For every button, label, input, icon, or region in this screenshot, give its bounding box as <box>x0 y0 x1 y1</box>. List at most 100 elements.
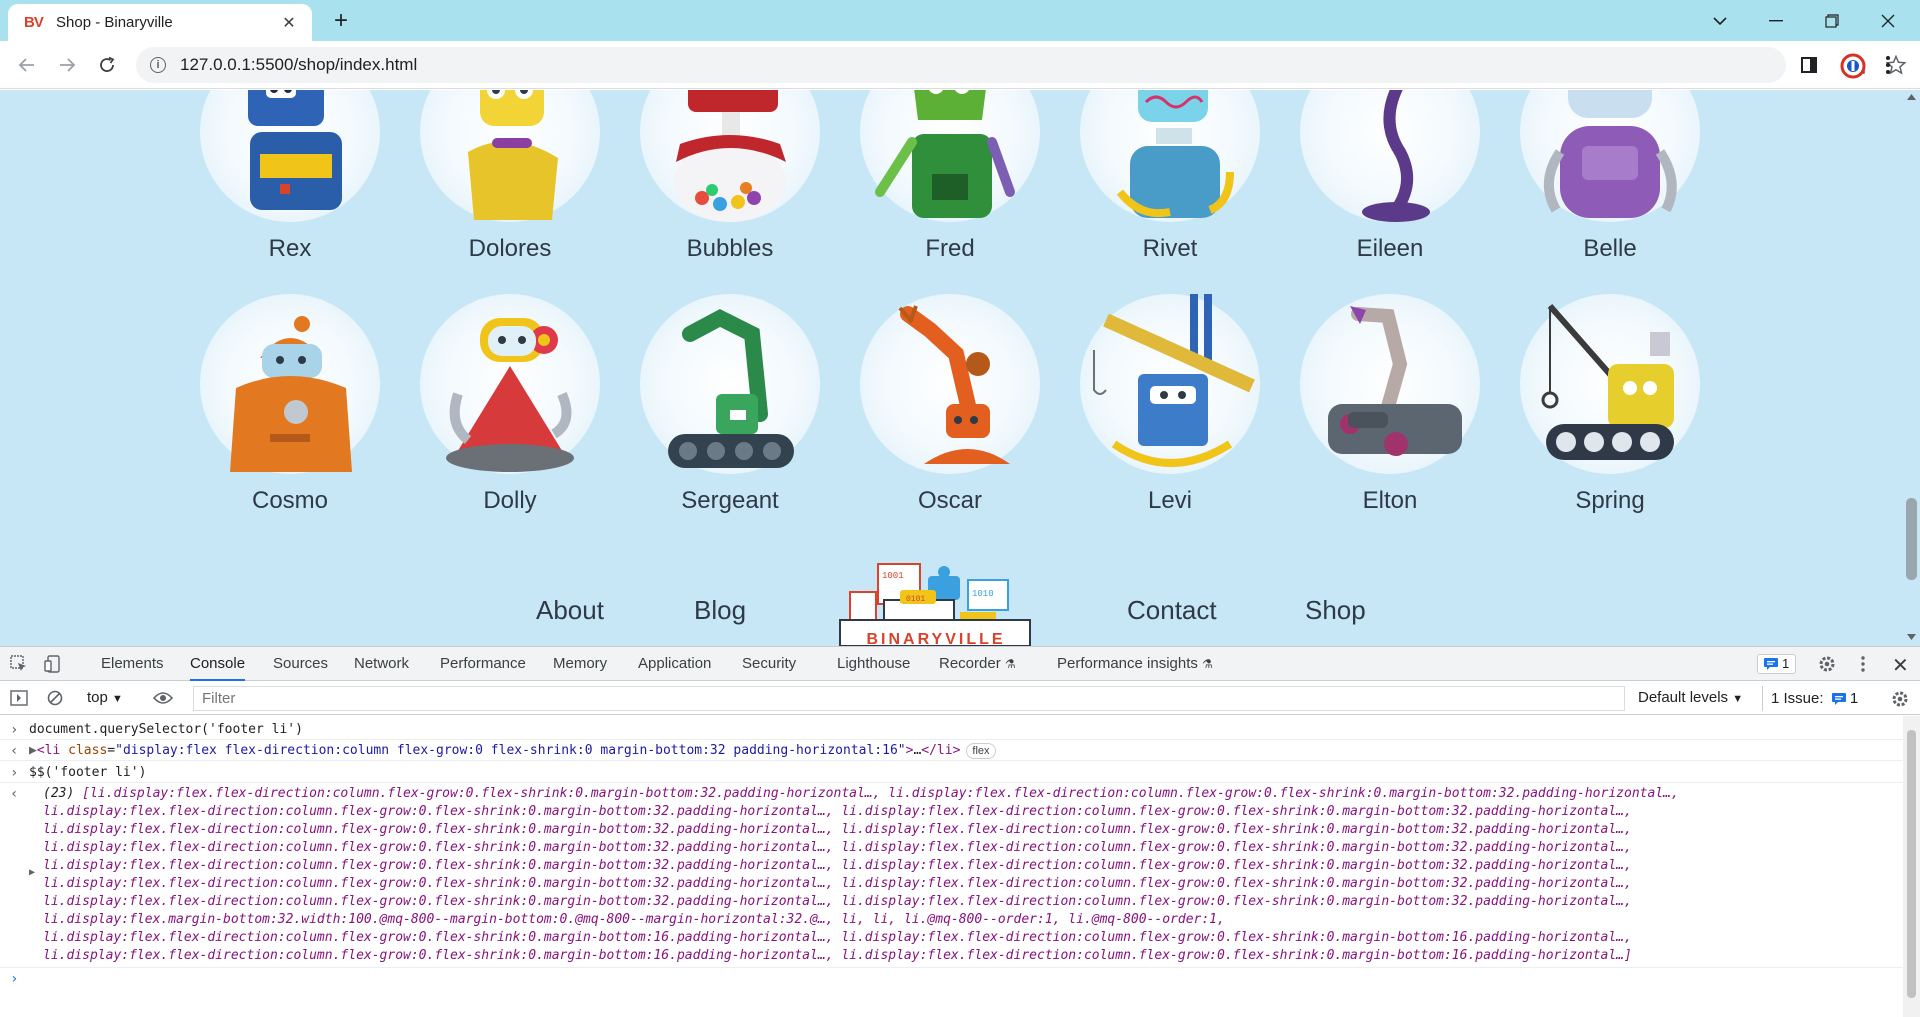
robot-name[interactable]: Sergeant <box>640 486 820 516</box>
footer-link-contact[interactable]: Contact <box>1127 595 1217 626</box>
tab-performance[interactable]: Performance <box>440 647 526 681</box>
robot-image[interactable] <box>200 90 380 222</box>
devtools-settings-gear-icon[interactable] <box>1818 655 1836 678</box>
tab-console[interactable]: Console <box>190 647 246 681</box>
robot-card-belle[interactable]: Belle <box>1520 90 1700 264</box>
devtools-more-options-icon[interactable] <box>1860 655 1866 678</box>
robot-card-rex[interactable]: Rex <box>200 90 380 264</box>
console-sidebar-toggle-icon[interactable] <box>10 690 28 711</box>
tab-elements[interactable]: Elements <box>101 647 164 681</box>
robot-card-sergeant[interactable]: Sergeant <box>640 294 820 516</box>
console-filter-input[interactable] <box>193 686 1625 711</box>
site-info-icon[interactable]: i <box>150 57 166 73</box>
robot-name[interactable]: Rex <box>200 234 380 264</box>
robot-name[interactable]: Spring <box>1520 486 1700 516</box>
tab-performance-insights[interactable]: Performance insights ⚗ <box>1057 647 1213 681</box>
robot-image[interactable] <box>860 294 1040 474</box>
devtools-close-icon[interactable]: ✕ <box>1892 653 1909 678</box>
console-command[interactable]: document.querySelector('footer li') <box>29 722 303 737</box>
robot-name[interactable]: Dolly <box>420 486 600 516</box>
robot-image[interactable] <box>1080 90 1260 222</box>
tab-lighthouse[interactable]: Lighthouse <box>837 647 910 681</box>
log-levels-select[interactable]: Default levels ▼ <box>1638 689 1743 706</box>
robot-card-eileen[interactable]: Eileen <box>1300 90 1480 264</box>
forward-arrow-icon[interactable] <box>53 51 81 79</box>
robot-name[interactable]: Fred <box>860 234 1040 264</box>
output-chevron-icon: ‹ <box>10 786 19 802</box>
robot-image[interactable] <box>640 294 820 474</box>
robot-name[interactable]: Belle <box>1520 234 1700 264</box>
robot-image[interactable] <box>200 294 380 474</box>
robot-image[interactable] <box>1520 90 1700 222</box>
robot-card-dolores[interactable]: Dolores <box>420 90 600 264</box>
robot-name[interactable]: Elton <box>1300 486 1480 516</box>
console-settings-gear-icon[interactable] <box>1891 690 1909 713</box>
robot-card-elton[interactable]: Elton <box>1300 294 1480 516</box>
robot-name[interactable]: Levi <box>1080 486 1260 516</box>
robot-card-levi[interactable]: Levi <box>1080 294 1260 516</box>
robot-card-fred[interactable]: Fred <box>860 90 1040 264</box>
binaryville-logo[interactable]: 1001 1010 0101 BINARYVILLE <box>830 560 1042 646</box>
tab-sources[interactable]: Sources <box>273 647 328 681</box>
back-arrow-icon[interactable] <box>13 51 41 79</box>
robot-name[interactable]: Eileen <box>1300 234 1480 264</box>
tab-network[interactable]: Network <box>354 647 409 681</box>
device-toolbar-icon[interactable] <box>44 655 62 678</box>
execution-context-select[interactable]: top ▼ <box>87 689 123 706</box>
flex-badge[interactable]: flex <box>966 743 996 759</box>
tab-close-icon[interactable]: ✕ <box>280 13 298 33</box>
inspect-element-icon[interactable] <box>10 655 28 678</box>
robot-image[interactable] <box>1520 294 1700 474</box>
robot-name[interactable]: Rivet <box>1080 234 1260 264</box>
robot-image[interactable] <box>420 90 600 222</box>
console-scrollbar-thumb[interactable] <box>1907 730 1916 998</box>
robot-name[interactable]: Dolores <box>420 234 600 264</box>
footer-link-shop[interactable]: Shop <box>1305 595 1366 626</box>
robot-name[interactable]: Bubbles <box>640 234 820 264</box>
page-scrollbar-thumb[interactable] <box>1906 498 1917 580</box>
url-text[interactable]: 127.0.0.1:5500/shop/index.html <box>180 55 417 75</box>
robot-image[interactable] <box>1300 90 1480 222</box>
console-scrollbar[interactable] <box>1903 716 1920 1017</box>
tab-application[interactable]: Application <box>638 647 711 681</box>
reload-icon[interactable] <box>93 51 121 79</box>
console-command[interactable]: $$('footer li') <box>29 765 146 780</box>
console-messages-badge[interactable]: 1 <box>1757 654 1797 674</box>
robot-name[interactable]: Oscar <box>860 486 1040 516</box>
robot-image[interactable] <box>1300 294 1480 474</box>
browser-menu-icon[interactable] <box>1885 55 1891 80</box>
page-scrollbar[interactable] <box>1903 90 1920 646</box>
footer-link-about[interactable]: About <box>536 595 604 626</box>
address-bar[interactable]: i 127.0.0.1:5500/shop/index.html <box>136 47 1907 83</box>
robot-image[interactable] <box>860 90 1040 222</box>
robot-name[interactable]: Cosmo <box>200 486 380 516</box>
restore-window-button[interactable] <box>1804 0 1860 41</box>
new-tab-button[interactable]: + <box>326 6 356 36</box>
footer-link-blog[interactable]: Blog <box>694 595 746 626</box>
nodelist-result[interactable]: ‹ ▶ (23) [li.display:flex.flex-direction… <box>0 786 1903 963</box>
robot-card-spring[interactable]: Spring <box>1520 294 1700 516</box>
tab-search-chevron-icon[interactable] <box>1692 0 1748 41</box>
clear-console-icon[interactable] <box>47 690 63 711</box>
tab-security[interactable]: Security <box>742 647 796 681</box>
expand-triangle-icon[interactable]: ▶ <box>29 867 35 878</box>
live-expression-eye-icon[interactable] <box>152 691 174 710</box>
robot-image[interactable] <box>1080 294 1260 474</box>
robot-image[interactable] <box>420 294 600 474</box>
extension-icon[interactable] <box>1840 53 1866 84</box>
close-window-button[interactable] <box>1860 0 1916 41</box>
robot-card-dolly[interactable]: Dolly <box>420 294 600 516</box>
robot-card-bubbles[interactable]: Bubbles <box>640 90 820 264</box>
issues-counter[interactable]: 1 Issue: 1 <box>1762 686 1866 711</box>
robot-card-rivet[interactable]: Rivet <box>1080 90 1260 264</box>
expand-triangle-icon[interactable]: ▶ <box>29 743 37 758</box>
tab-recorder[interactable]: Recorder ⚗ <box>939 647 1016 681</box>
robot-card-cosmo[interactable]: Cosmo <box>200 294 380 516</box>
minimize-window-button[interactable] <box>1748 0 1804 41</box>
robot-image[interactable] <box>640 90 820 222</box>
console-output[interactable]: › document.querySelector('footer li') ‹ … <box>0 716 1903 1017</box>
browser-tab[interactable]: BV Shop - Binaryville ✕ <box>8 4 312 41</box>
robot-card-oscar[interactable]: Oscar <box>860 294 1040 516</box>
tab-memory[interactable]: Memory <box>553 647 607 681</box>
side-panel-icon[interactable] <box>1801 57 1817 78</box>
